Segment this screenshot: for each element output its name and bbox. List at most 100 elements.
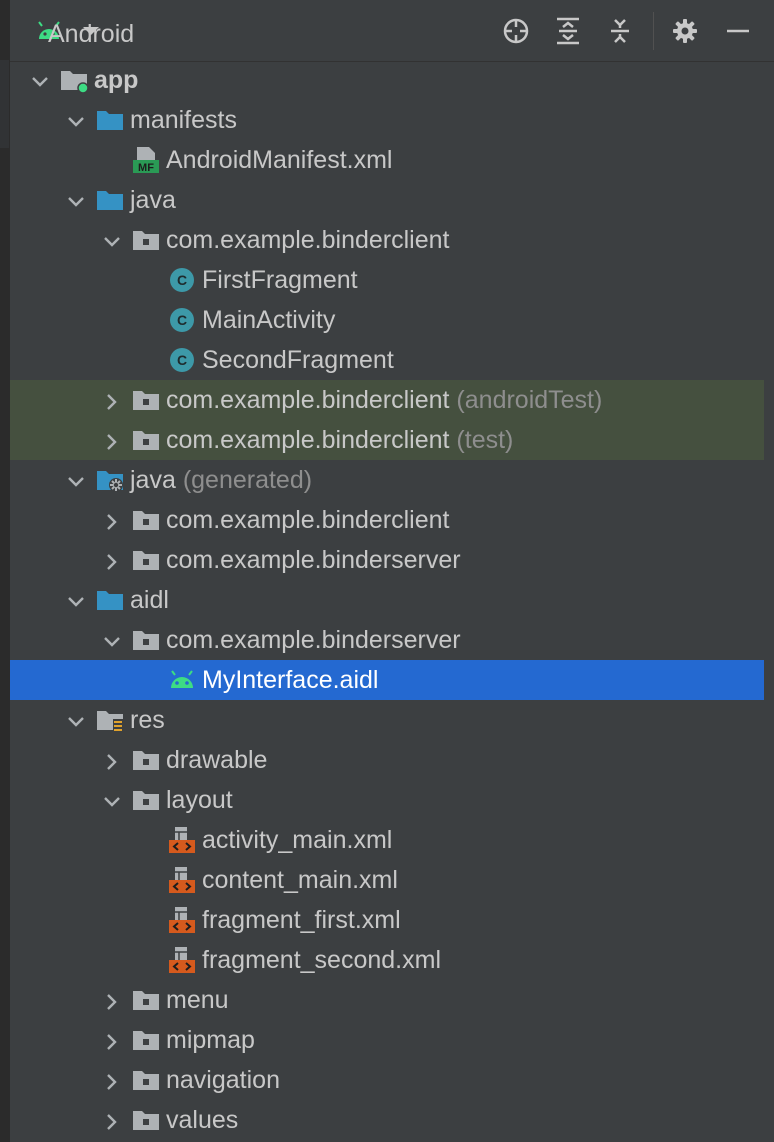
layout-xml-file-icon	[167, 906, 197, 934]
tree-item[interactable]: C SecondFragment	[10, 340, 764, 380]
chevron-down-icon[interactable]	[66, 470, 86, 490]
tree-item[interactable]: mipmap	[10, 1020, 764, 1060]
tree-item-name: java	[130, 466, 176, 494]
chevron-down-icon[interactable]	[102, 630, 122, 650]
tree-item-name: com.example.binderclient	[166, 226, 450, 254]
tree-item-name: menu	[166, 986, 229, 1014]
tree-item-name: com.example.binderclient	[166, 506, 450, 534]
folder-icon	[95, 106, 125, 134]
tree-item-name: mipmap	[166, 1026, 255, 1054]
package-folder-icon	[131, 1026, 161, 1054]
tree-item[interactable]: com.example.binderserver	[10, 540, 764, 580]
tree-item[interactable]: navigation	[10, 1060, 764, 1100]
tree-item-label: com.example.binderclient (androidTest)	[166, 386, 602, 415]
tree-item-name: values	[166, 1106, 239, 1134]
layout-xml-file-icon	[167, 826, 197, 854]
tree-item[interactable]: manifests	[10, 100, 764, 140]
settings-button[interactable]	[670, 16, 700, 46]
project-toolbar: Android	[10, 0, 774, 62]
tree-item-name: res	[130, 706, 165, 734]
tree-item[interactable]: aidl	[10, 580, 764, 620]
tree-item-label: java (generated)	[130, 466, 312, 495]
tree-item[interactable]: fragment_second.xml	[10, 940, 764, 980]
tree-item[interactable]: menu	[10, 980, 764, 1020]
tree-item-label: AndroidManifest.xml	[166, 146, 392, 175]
chevron-right-icon[interactable]	[102, 1110, 122, 1130]
chevron-right-icon[interactable]	[102, 510, 122, 530]
tree-item[interactable]: layout	[10, 780, 764, 820]
tree-item[interactable]: com.example.binderclient	[10, 220, 764, 260]
expand-all-icon	[557, 17, 579, 45]
tree-item[interactable]: java (generated)	[10, 460, 764, 500]
tree-item-label: aidl	[130, 586, 169, 615]
chevron-right-icon[interactable]	[102, 1030, 122, 1050]
tree-item-label: com.example.binderclient	[166, 226, 449, 255]
left-strip-marker	[0, 60, 9, 148]
minimize-button[interactable]	[723, 16, 753, 46]
tree-item-label: content_main.xml	[202, 866, 398, 895]
tree-item-name: manifests	[130, 106, 237, 134]
tree-item[interactable]: values	[10, 1100, 764, 1140]
tree-item-name: layout	[166, 786, 233, 814]
chevron-down-icon[interactable]	[66, 710, 86, 730]
tree-item[interactable]: activity_main.xml	[10, 820, 764, 860]
tree-item[interactable]: com.example.binderclient (androidTest)	[10, 380, 764, 420]
tree-item[interactable]: com.example.binderclient (test)	[10, 420, 764, 460]
package-folder-icon	[131, 786, 161, 814]
tree-item-suffix: (generated)	[175, 466, 313, 494]
tree-item-label: navigation	[166, 1066, 280, 1095]
chevron-down-icon[interactable]	[66, 190, 86, 210]
chevron-right-icon[interactable]	[102, 390, 122, 410]
locate-button[interactable]	[501, 16, 531, 46]
tree-item[interactable]: com.example.binderclient	[10, 500, 764, 540]
package-folder-icon	[131, 386, 161, 414]
tree-item[interactable]: C FirstFragment	[10, 260, 764, 300]
tree-item[interactable]: app	[10, 60, 764, 100]
tree-item[interactable]: C MainActivity	[10, 300, 764, 340]
expand-all-button[interactable]	[553, 16, 583, 46]
tree-item-label: com.example.binderclient	[166, 506, 449, 535]
tree-item[interactable]: com.example.binderserver	[10, 620, 764, 660]
java-class-icon: C	[167, 346, 197, 374]
chevron-down-icon[interactable]	[66, 590, 86, 610]
chevron-down-icon[interactable]	[30, 70, 50, 90]
tree-item[interactable]: MF AndroidManifest.xml	[10, 140, 764, 180]
left-tool-strip	[0, 0, 10, 1142]
view-selector[interactable]: Android	[36, 14, 134, 48]
tree-item-label: FirstFragment	[202, 266, 358, 295]
tree-item-label: drawable	[166, 746, 267, 775]
chevron-down-icon[interactable]	[102, 230, 122, 250]
tree-item-label: res	[130, 706, 165, 735]
chevron-down-icon[interactable]	[66, 110, 86, 130]
java-class-icon: C	[167, 306, 197, 334]
generated-sources-folder-icon	[95, 466, 125, 494]
tree-item[interactable]: drawable	[10, 740, 764, 780]
tree-item-label: fragment_second.xml	[202, 946, 441, 975]
tree-item[interactable]: res	[10, 700, 764, 740]
tree-item-label: activity_main.xml	[202, 826, 392, 855]
package-folder-icon	[131, 1106, 161, 1134]
tree-item-label: MainActivity	[202, 306, 335, 335]
chevron-right-icon[interactable]	[102, 1070, 122, 1090]
tree-item[interactable]: content_main.xml	[10, 860, 764, 900]
chevron-right-icon[interactable]	[102, 430, 122, 450]
svg-text:MF: MF	[138, 162, 154, 174]
collapse-all-button[interactable]	[605, 16, 635, 46]
chevron-right-icon[interactable]	[102, 750, 122, 770]
tree-item-label: fragment_first.xml	[202, 906, 401, 935]
project-tree: app manifests MF AndroidManifest.xml java com…	[10, 60, 764, 1140]
svg-text:C: C	[177, 352, 187, 368]
module-folder-icon	[59, 66, 89, 94]
tree-item[interactable]: fragment_first.xml	[10, 900, 764, 940]
tree-item[interactable]: java	[10, 180, 764, 220]
folder-icon	[95, 186, 125, 214]
chevron-right-icon[interactable]	[102, 990, 122, 1010]
tree-item-label: MyInterface.aidl	[202, 666, 378, 695]
toolbar-separator	[653, 12, 654, 50]
package-folder-icon	[131, 546, 161, 574]
chevron-right-icon[interactable]	[102, 550, 122, 570]
tree-item-label: layout	[166, 786, 233, 815]
tree-item[interactable]: MyInterface.aidl	[10, 660, 764, 700]
tree-item-name: fragment_second.xml	[202, 946, 442, 974]
chevron-down-icon[interactable]	[102, 790, 122, 810]
